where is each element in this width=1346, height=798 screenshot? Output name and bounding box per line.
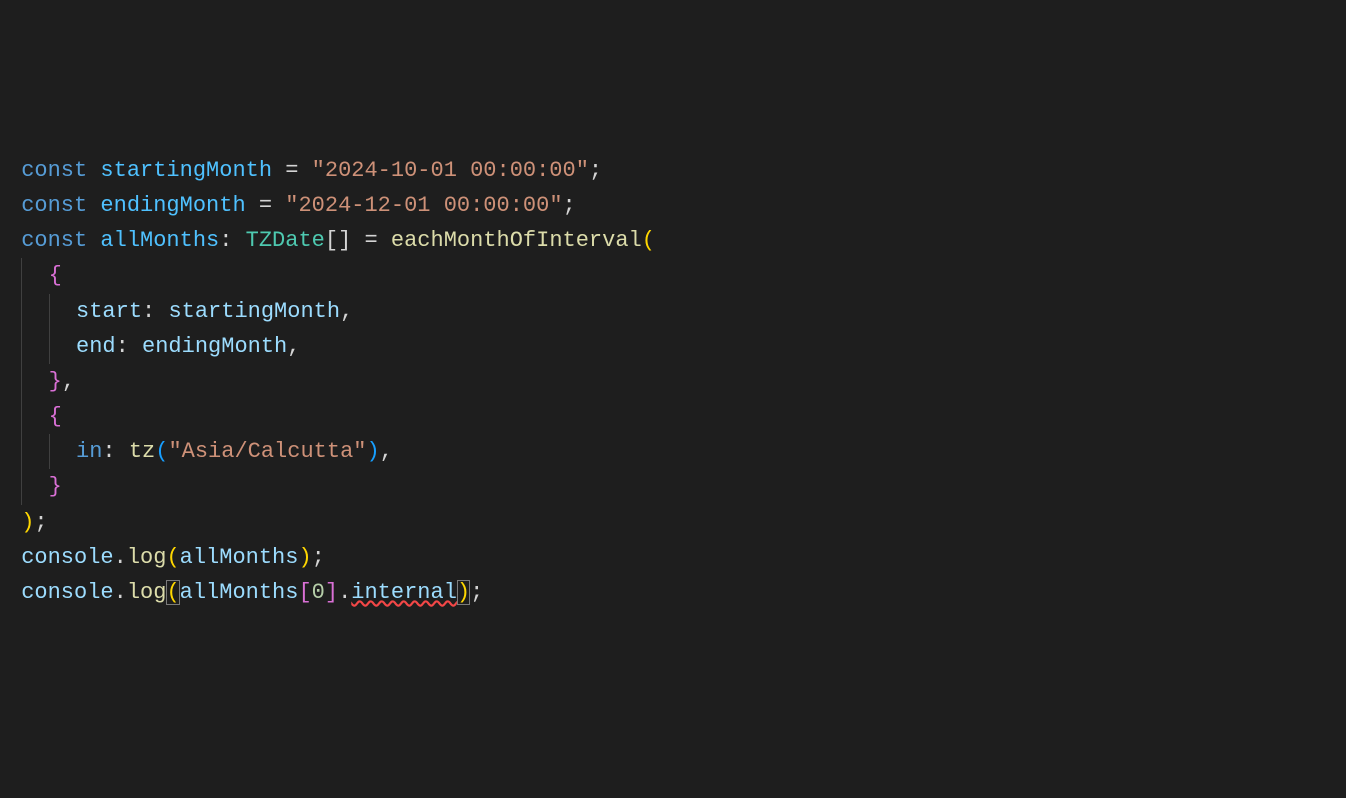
paren-open: ( — [166, 545, 179, 570]
paren-open: ( — [155, 439, 168, 464]
keyword-in: in — [76, 439, 102, 464]
indent-guide-icon — [21, 329, 22, 364]
indent-guide-icon — [21, 258, 22, 293]
indent-guide-icon — [49, 329, 50, 364]
bracket-open: [ — [298, 580, 311, 605]
comma: , — [62, 369, 75, 394]
code-line: end: endingMonth, — [8, 329, 1338, 364]
identifier: allMonths — [100, 228, 219, 253]
comma: , — [340, 299, 353, 324]
indent-guide-icon — [21, 469, 22, 504]
identifier-console: console — [21, 580, 113, 605]
string: "Asia/Calcutta" — [168, 439, 366, 464]
identifier: allMonths — [180, 580, 299, 605]
identifier: endingMonth — [100, 193, 245, 218]
colon: : — [102, 439, 128, 464]
identifier-console: console — [21, 545, 113, 570]
function-call: eachMonthOfInterval — [391, 228, 642, 253]
semicolon: ; — [589, 158, 602, 183]
code-line: const endingMonth = "2024-12-01 00:00:00… — [8, 188, 1338, 223]
keyword-const: const — [21, 228, 87, 253]
semicolon: ; — [34, 510, 47, 535]
colon: : — [116, 334, 129, 359]
brace-open: { — [49, 404, 62, 429]
colon: : — [142, 299, 155, 324]
object-key: end — [76, 334, 116, 359]
brace-close: } — [49, 474, 62, 499]
identifier: startingMonth — [168, 299, 340, 324]
semicolon: ; — [312, 545, 325, 570]
code-line: ); — [8, 505, 1338, 540]
comma: , — [380, 439, 393, 464]
code-line: console.log(allMonths[0].internal); — [8, 575, 1338, 610]
indent-guide-icon — [49, 434, 50, 469]
string: "2024-10-01 00:00:00" — [312, 158, 589, 183]
indent-guide-icon — [21, 434, 22, 469]
function-call: log — [127, 580, 167, 605]
paren-open: ( — [642, 228, 655, 253]
type-name: TZDate — [246, 228, 325, 253]
indent-guide-icon — [21, 294, 22, 329]
dot: . — [114, 580, 127, 605]
indent-guide-icon — [49, 294, 50, 329]
dot: . — [338, 580, 351, 605]
bracket-match-icon: ( — [166, 580, 179, 605]
number: 0 — [312, 580, 325, 605]
bracket-match-icon: ) — [457, 580, 470, 605]
colon: : — [219, 228, 245, 253]
bracket-close: ] — [325, 580, 338, 605]
brace-open: { — [49, 263, 62, 288]
code-line: { — [8, 399, 1338, 434]
brackets: [] — [325, 228, 351, 253]
operator: = — [272, 158, 312, 183]
brace-close: } — [49, 369, 62, 394]
comma: , — [287, 334, 300, 359]
indent-guide-icon — [21, 399, 22, 434]
indent-guide-icon — [21, 364, 22, 399]
code-line: } — [8, 469, 1338, 504]
code-line: { — [8, 258, 1338, 293]
code-line: start: startingMonth, — [8, 294, 1338, 329]
semicolon: ; — [470, 580, 483, 605]
paren-close: ) — [298, 545, 311, 570]
error-identifier: internal — [351, 580, 457, 605]
code-editor[interactable]: const startingMonth = "2024-10-01 00:00:… — [8, 153, 1338, 610]
identifier: allMonths — [180, 545, 299, 570]
operator: = — [351, 228, 391, 253]
code-line: const allMonths: TZDate[] = eachMonthOfI… — [8, 223, 1338, 258]
code-line: const startingMonth = "2024-10-01 00:00:… — [8, 153, 1338, 188]
code-line: in: tz("Asia/Calcutta"), — [8, 434, 1338, 469]
keyword-const: const — [21, 193, 87, 218]
operator: = — [246, 193, 286, 218]
dot: . — [114, 545, 127, 570]
string: "2024-12-01 00:00:00" — [285, 193, 562, 218]
object-key: start — [76, 299, 142, 324]
function-call: tz — [129, 439, 155, 464]
identifier: startingMonth — [100, 158, 272, 183]
paren-close: ) — [366, 439, 379, 464]
identifier: endingMonth — [142, 334, 287, 359]
paren-close: ) — [21, 510, 34, 535]
code-line: }, — [8, 364, 1338, 399]
keyword-const: const — [21, 158, 87, 183]
function-call: log — [127, 545, 167, 570]
code-line: console.log(allMonths); — [8, 540, 1338, 575]
semicolon: ; — [563, 193, 576, 218]
